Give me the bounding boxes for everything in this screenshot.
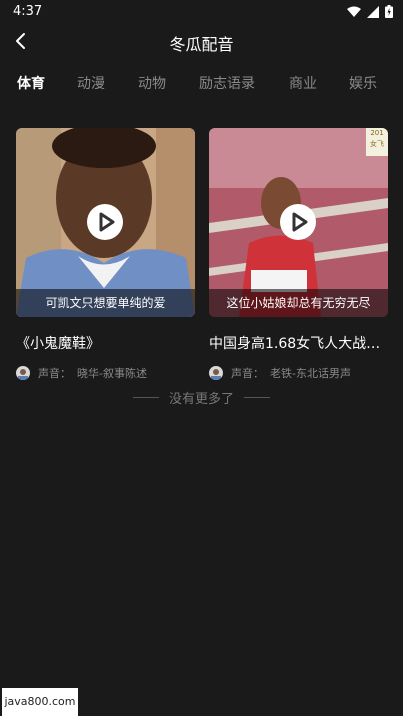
voice-name: 老铁-东北话男声 [270, 367, 351, 380]
voice-avatar [209, 366, 223, 380]
divider [244, 397, 270, 398]
voice-info: 声音： 晓华-叙事陈述 [16, 365, 195, 381]
corner-badge: 201 女飞 [366, 128, 388, 156]
video-thumbnail[interactable]: 可凯文只想要单纯的爱 [16, 128, 195, 317]
list-end-indicator: 没有更多了 [0, 388, 403, 407]
divider [132, 397, 159, 398]
video-caption: 可凯文只想要单纯的爱 [16, 289, 195, 317]
category-tabs: 体育 动漫 动物 励志语录 商业 娱乐 [0, 70, 403, 96]
play-button[interactable] [87, 204, 123, 240]
video-title[interactable]: 中国身高1.68女飞人大战… [209, 333, 388, 353]
tab-sports[interactable]: 体育 [17, 73, 45, 93]
battery-icon [385, 5, 393, 18]
video-thumbnail[interactable]: 201 女飞 这位小姑娘却总有无穷无尽 [209, 128, 388, 317]
status-bar: 4:37 [0, 0, 403, 24]
voice-label: 声音： [38, 367, 71, 380]
play-button[interactable] [280, 204, 316, 240]
video-caption: 这位小姑娘却总有无穷无尽 [209, 289, 388, 317]
nav-bar: 冬瓜配音 [0, 24, 403, 60]
play-icon [292, 212, 308, 232]
status-icons [347, 5, 393, 18]
play-icon [99, 212, 115, 232]
tab-business[interactable]: 商业 [289, 73, 317, 93]
video-card[interactable]: 201 女飞 这位小姑娘却总有无穷无尽 中国身高1.68女飞人大战… 声音： 老… [209, 128, 388, 381]
voice-name: 晓华-叙事陈述 [77, 367, 147, 380]
tab-motivational-quotes[interactable]: 励志语录 [199, 73, 255, 93]
status-time: 4:37 [13, 4, 43, 19]
tab-anime[interactable]: 动漫 [77, 73, 105, 93]
voice-label: 声音： [231, 367, 264, 380]
video-card[interactable]: 可凯文只想要单纯的爱 《小鬼魔鞋》 声音： 晓华-叙事陈述 [16, 128, 195, 381]
video-title[interactable]: 《小鬼魔鞋》 [16, 333, 195, 353]
watermark: java800.com [2, 688, 78, 716]
tab-entertainment[interactable]: 娱乐 [349, 73, 377, 93]
voice-info: 声音： 老铁-东北话男声 [209, 365, 388, 381]
list-end-text: 没有更多了 [168, 392, 234, 407]
tab-animals[interactable]: 动物 [138, 73, 166, 93]
signal-icon [367, 5, 379, 18]
page-title: 冬瓜配音 [169, 35, 234, 54]
wifi-icon [347, 6, 361, 17]
voice-avatar [16, 366, 30, 380]
